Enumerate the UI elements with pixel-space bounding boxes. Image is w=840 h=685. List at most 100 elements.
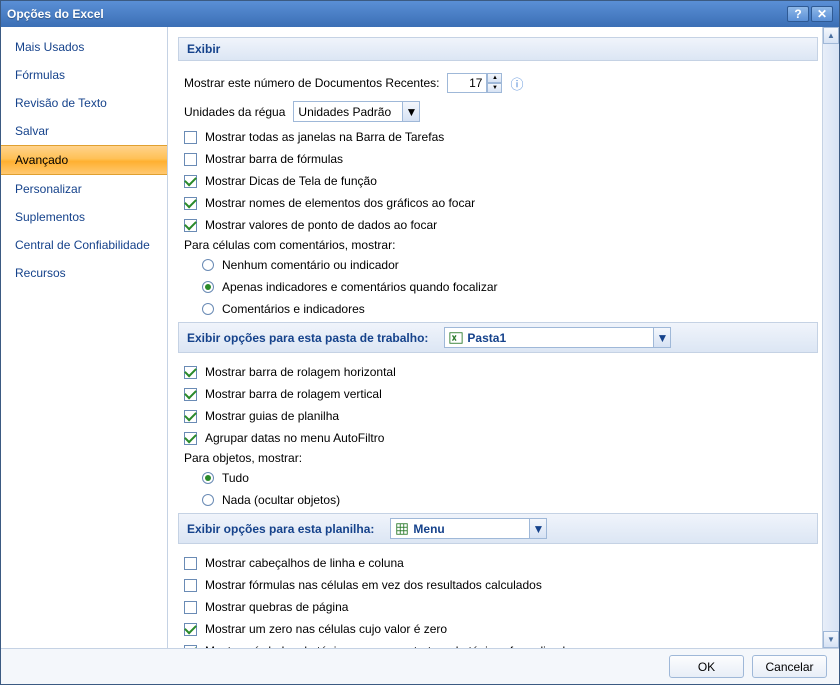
workbook-select-value: Pasta1 xyxy=(467,331,506,345)
objects-header: Para objetos, mostrar: xyxy=(178,451,818,465)
help-button[interactable]: ? xyxy=(787,6,809,22)
recent-docs-label: Mostrar este número de Documentos Recent… xyxy=(184,76,439,90)
checkbox-formula-bar[interactable] xyxy=(184,153,197,166)
row-cb-autofilter: Agrupar datas no menu AutoFiltro xyxy=(178,429,818,447)
close-button[interactable]: ✕ xyxy=(811,6,833,22)
recent-docs-input[interactable] xyxy=(447,73,487,93)
excel-sheet-icon xyxy=(395,522,409,536)
checkbox-vscroll-label[interactable]: Mostrar barra de rolagem vertical xyxy=(205,387,382,401)
radio-objects-hide[interactable] xyxy=(202,494,214,506)
row-cb-tabs: Mostrar guias de planilha xyxy=(178,407,818,425)
ruler-label: Unidades da régua xyxy=(184,105,285,119)
ok-button[interactable]: OK xyxy=(669,655,744,678)
row-cb-vscroll: Mostrar barra de rolagem vertical xyxy=(178,385,818,403)
chevron-down-icon[interactable]: ▼ xyxy=(530,518,547,539)
checkbox-row-col-headers-label[interactable]: Mostrar cabeçalhos de linha e coluna xyxy=(205,556,404,570)
sidebar-item-personalizar[interactable]: Personalizar xyxy=(1,175,167,203)
checkbox-hscroll-label[interactable]: Mostrar barra de rolagem horizontal xyxy=(205,365,396,379)
row-cb-hscroll: Mostrar barra de rolagem horizontal xyxy=(178,363,818,381)
row-cb-data-values: Mostrar valores de ponto de dados ao foc… xyxy=(178,216,818,234)
checkbox-sheet-tabs[interactable] xyxy=(184,410,197,423)
radio-comments-indicators-label[interactable]: Comentários e indicadores xyxy=(222,302,365,316)
row-cb-formulas: Mostrar fórmulas nas células em vez dos … xyxy=(178,576,818,594)
checkbox-chart-names[interactable] xyxy=(184,197,197,210)
section-exibir-title: Exibir xyxy=(187,42,220,56)
checkbox-data-values-label[interactable]: Mostrar valores de ponto de dados ao foc… xyxy=(205,218,437,232)
cancel-button[interactable]: Cancelar xyxy=(752,655,827,678)
scroll-track[interactable] xyxy=(823,44,839,631)
sidebar-item-salvar[interactable]: Salvar xyxy=(1,117,167,145)
sheet-select[interactable]: Menu xyxy=(390,518,530,539)
spin-up[interactable]: ▲ xyxy=(487,73,502,83)
sidebar-item-suplementos[interactable]: Suplementos xyxy=(1,203,167,231)
checkbox-zero-values-label[interactable]: Mostrar um zero nas células cujo valor é… xyxy=(205,622,447,636)
checkbox-zero-values[interactable] xyxy=(184,623,197,636)
checkbox-vscroll[interactable] xyxy=(184,388,197,401)
checkbox-taskbar-label[interactable]: Mostrar todas as janelas na Barra de Tar… xyxy=(205,130,444,144)
vertical-scrollbar[interactable]: ▲ ▼ xyxy=(822,27,839,648)
row-rb-indicator: Apenas indicadores e comentários quando … xyxy=(178,278,818,296)
sidebar-item-avancado[interactable]: Avançado xyxy=(1,145,167,175)
radio-indicator-only-label[interactable]: Apenas indicadores e comentários quando … xyxy=(222,280,498,294)
chevron-down-icon[interactable]: ▼ xyxy=(403,101,420,122)
row-cb-chart-names: Mostrar nomes de elementos dos gráficos … xyxy=(178,194,818,212)
radio-objects-hide-label[interactable]: Nada (ocultar objetos) xyxy=(222,493,340,507)
sheet-select-value: Menu xyxy=(413,522,444,536)
radio-indicator-only[interactable] xyxy=(202,281,214,293)
checkbox-hscroll[interactable] xyxy=(184,366,197,379)
scroll-up-arrow[interactable]: ▲ xyxy=(823,27,839,44)
checkbox-data-values[interactable] xyxy=(184,219,197,232)
checkbox-show-formulas[interactable] xyxy=(184,579,197,592)
window-title: Opções do Excel xyxy=(7,7,787,21)
radio-no-comments-label[interactable]: Nenhum comentário ou indicador xyxy=(222,258,399,272)
sidebar-item-formulas[interactable]: Fórmulas xyxy=(1,61,167,89)
checkbox-show-formulas-label[interactable]: Mostrar fórmulas nas células em vez dos … xyxy=(205,578,542,592)
checkbox-page-breaks[interactable] xyxy=(184,601,197,614)
checkbox-formula-bar-label[interactable]: Mostrar barra de fórmulas xyxy=(205,152,343,166)
checkbox-screentips-label[interactable]: Mostrar Dicas de Tela de função xyxy=(205,174,377,188)
dialog-body: Mais Usados Fórmulas Revisão de Texto Sa… xyxy=(1,27,839,648)
scroll-down-arrow[interactable]: ▼ xyxy=(823,631,839,648)
radio-objects-all-label[interactable]: Tudo xyxy=(222,471,249,485)
comments-header: Para células com comentários, mostrar: xyxy=(178,238,818,252)
content-pane: Exibir Mostrar este número de Documentos… xyxy=(168,27,822,648)
checkbox-taskbar[interactable] xyxy=(184,131,197,144)
row-ruler-units: Unidades da régua Unidades Padrão ▼ xyxy=(178,99,818,124)
recent-docs-spinner: ▲ ▼ xyxy=(447,73,502,93)
sidebar-item-revisao[interactable]: Revisão de Texto xyxy=(1,89,167,117)
checkbox-sheet-tabs-label[interactable]: Mostrar guias de planilha xyxy=(205,409,339,423)
row-cb-formula-bar: Mostrar barra de fórmulas xyxy=(178,150,818,168)
checkbox-screentips[interactable] xyxy=(184,175,197,188)
titlebar-buttons: ? ✕ xyxy=(787,6,833,22)
section-sheet: Exibir opções para esta planilha: Menu ▼ xyxy=(178,513,818,544)
checkbox-autofilter-dates[interactable] xyxy=(184,432,197,445)
row-cb-headers: Mostrar cabeçalhos de linha e coluna xyxy=(178,554,818,572)
row-cb-zero: Mostrar um zero nas células cujo valor é… xyxy=(178,620,818,638)
radio-comments-indicators[interactable] xyxy=(202,303,214,315)
spin-down[interactable]: ▼ xyxy=(487,83,502,93)
section-workbook: Exibir opções para esta pasta de trabalh… xyxy=(178,322,818,353)
sidebar-item-confiabilidade[interactable]: Central de Confiabilidade xyxy=(1,231,167,259)
radio-objects-all[interactable] xyxy=(202,472,214,484)
section-exibir: Exibir xyxy=(178,37,818,61)
checkbox-chart-names-label[interactable]: Mostrar nomes de elementos dos gráficos … xyxy=(205,196,475,210)
ruler-select[interactable]: Unidades Padrão xyxy=(293,101,403,122)
excel-options-dialog: Opções do Excel ? ✕ Mais Usados Fórmulas… xyxy=(0,0,840,685)
chevron-down-icon[interactable]: ▼ xyxy=(654,327,671,348)
titlebar: Opções do Excel ? ✕ xyxy=(1,1,839,27)
row-rb-all: Tudo xyxy=(178,469,818,487)
workbook-select[interactable]: Pasta1 xyxy=(444,327,654,348)
row-rb-none: Nenhum comentário ou indicador xyxy=(178,256,818,274)
row-cb-screentips: Mostrar Dicas de Tela de função xyxy=(178,172,818,190)
checkbox-autofilter-dates-label[interactable]: Agrupar datas no menu AutoFiltro xyxy=(205,431,384,445)
sidebar-item-recursos[interactable]: Recursos xyxy=(1,259,167,287)
row-cb-taskbar: Mostrar todas as janelas na Barra de Tar… xyxy=(178,128,818,146)
help-icon[interactable]: ⓘ xyxy=(510,74,523,93)
row-recent-docs: Mostrar este número de Documentos Recent… xyxy=(178,71,818,95)
checkbox-page-breaks-label[interactable]: Mostrar quebras de página xyxy=(205,600,348,614)
radio-no-comments[interactable] xyxy=(202,259,214,271)
sidebar: Mais Usados Fórmulas Revisão de Texto Sa… xyxy=(1,27,168,648)
checkbox-row-col-headers[interactable] xyxy=(184,557,197,570)
section-sheet-title: Exibir opções para esta planilha: xyxy=(187,522,374,536)
sidebar-item-mais-usados[interactable]: Mais Usados xyxy=(1,33,167,61)
